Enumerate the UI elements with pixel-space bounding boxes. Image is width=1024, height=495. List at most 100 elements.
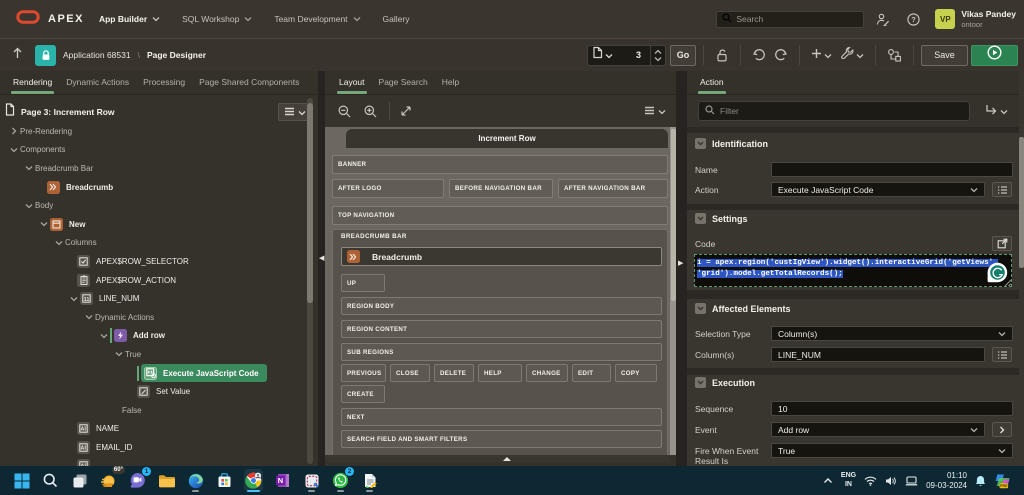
code-editor[interactable]: i = apex.region('custIgView').widget().i… [694, 254, 1012, 287]
chevron-down-icon[interactable] [112, 351, 125, 357]
code-open-dialog-button[interactable] [992, 236, 1012, 251]
chevron-down-icon[interactable] [52, 240, 65, 246]
tree-node-apex$row_selector[interactable]: APEX$ROW_SELECTOR [0, 252, 306, 271]
chevron-down-icon[interactable] [7, 147, 20, 153]
taskbar-taskview-icon[interactable] [70, 469, 89, 492]
chevron-down-icon[interactable] [82, 314, 95, 320]
left-splitter[interactable]: ◀ [318, 71, 325, 466]
up-arrow-icon[interactable] [12, 46, 23, 64]
canvas-scrollbar-thumb[interactable] [671, 129, 676, 301]
tab-processing[interactable]: Processing [143, 77, 185, 94]
slot-close[interactable]: CLOSE [390, 364, 430, 382]
taskbar-edge-icon[interactable] [186, 469, 205, 492]
tab-layout[interactable]: Layout [339, 77, 365, 94]
section-header-identification[interactable]: Identification [695, 138, 768, 149]
slot-previous[interactable]: PREVIOUS [341, 364, 386, 382]
chevron-down-icon[interactable] [67, 296, 80, 302]
slot-copy[interactable]: COPY [615, 364, 657, 382]
collapse-left-icon[interactable]: ◀ [319, 254, 324, 262]
tree-node-components[interactable]: Components [0, 141, 306, 160]
tab-rendering[interactable]: Rendering [13, 77, 52, 94]
left-scrollbar-thumb[interactable] [307, 103, 313, 303]
tree-node-new[interactable]: New [0, 215, 306, 234]
tree-node-body[interactable]: Body [0, 196, 306, 215]
event-select[interactable]: Add row [771, 422, 985, 437]
nav-item-app-builder[interactable]: App Builder [99, 14, 160, 24]
collapse-section-icon[interactable] [695, 138, 706, 149]
collapse-section-icon[interactable] [695, 303, 706, 314]
right-splitter[interactable]: ▶ [676, 71, 687, 466]
create-menu-button[interactable] [807, 46, 836, 64]
pen-icon[interactable] [905, 476, 918, 486]
section-header-affected-elements[interactable]: Affected Elements [695, 303, 791, 314]
help-icon[interactable]: ? [907, 13, 920, 26]
page-number-input[interactable]: 3 [636, 50, 646, 60]
application-lock-icon[interactable] [35, 45, 56, 66]
slot-up[interactable]: UP [341, 274, 385, 292]
taskbar-chat-icon[interactable]: 1 [128, 469, 147, 492]
selection_type-select[interactable]: Column(s) [771, 326, 1013, 341]
slot-region-body[interactable]: REGION BODY [341, 297, 662, 315]
notification-bell-icon[interactable] [975, 475, 986, 487]
collapse-section-icon[interactable] [695, 377, 706, 388]
collapse-right-icon[interactable]: ▶ [678, 259, 683, 267]
tray-chevron-up-icon[interactable] [823, 477, 833, 484]
tree-node-apex$row_action[interactable]: APEX$ROW_ACTION [0, 271, 306, 290]
event-aux-button[interactable] [992, 422, 1012, 437]
tree-node-breadcrumb[interactable]: Breadcrumb [0, 178, 306, 197]
tree-node-name[interactable]: ANAME [0, 420, 306, 439]
tree-node-line_num[interactable]: 11LINE_NUM [0, 289, 306, 308]
tab-action[interactable]: Action [700, 77, 724, 94]
tree-node-false[interactable]: False [0, 401, 306, 420]
section-header-execution[interactable]: Execution [695, 377, 755, 388]
canvas-page-title[interactable]: Increment Row [346, 129, 668, 148]
unlock-icon[interactable] [711, 49, 733, 62]
copilot-icon[interactable]: PRE [994, 473, 1011, 489]
stepper-down-icon[interactable] [654, 56, 662, 62]
slot-change[interactable]: CHANGE [526, 364, 568, 382]
redo-icon[interactable] [770, 49, 792, 62]
layout-menu-button[interactable] [644, 102, 666, 120]
slot-delete[interactable]: DELETE [434, 364, 474, 382]
tree-node-columns[interactable]: Columns [0, 234, 306, 253]
page-selector-left[interactable]: 3 [588, 46, 650, 65]
chevron-right-icon[interactable] [7, 127, 20, 135]
tree-node-execute-javascript-code[interactable]: Execute JavaScript Code [0, 364, 306, 383]
action-aux-button[interactable] [992, 182, 1012, 197]
columns-input[interactable]: LINE_NUM [771, 347, 985, 362]
collapse-section-icon[interactable] [695, 213, 706, 224]
taskbar-snip-icon[interactable] [302, 469, 321, 492]
save-button[interactable]: Save [921, 45, 968, 66]
utilities-menu-button[interactable] [836, 46, 868, 64]
volume-icon[interactable] [885, 476, 897, 486]
header-search[interactable] [716, 11, 864, 28]
tree-node-true[interactable]: True [0, 345, 306, 364]
right-scrollbar-thumb[interactable] [1019, 137, 1024, 268]
page-selector[interactable]: 3 [587, 45, 666, 66]
go-to-group-button[interactable] [985, 102, 1008, 120]
zoom-out-icon[interactable] [338, 105, 351, 118]
taskbar-store-icon[interactable] [215, 469, 234, 492]
undo-icon[interactable] [748, 49, 770, 62]
columns-aux-button[interactable] [992, 347, 1012, 362]
nav-item-team-development[interactable]: Team Development [274, 14, 360, 24]
chevron-down-icon[interactable] [97, 333, 110, 339]
taskbar-chrome-icon[interactable] [244, 469, 263, 492]
name-input[interactable] [771, 162, 1013, 177]
expand-icon[interactable] [400, 105, 412, 117]
tree-node-breadcrumb-bar[interactable]: Breadcrumb Bar [0, 159, 306, 178]
clock[interactable]: 01:10 09-03-2024 [926, 471, 967, 491]
fire_when-select[interactable]: True [771, 443, 1013, 458]
stepper-up-icon[interactable] [654, 49, 662, 55]
chevron-down-icon[interactable] [37, 221, 50, 227]
slot-search-field[interactable]: SEARCH FIELD AND SMART FILTERS [341, 430, 662, 448]
action-select[interactable]: Execute JavaScript Code [771, 182, 985, 197]
tree-node-add-row[interactable]: Add row [0, 327, 306, 346]
search-input[interactable] [736, 14, 846, 24]
go-button[interactable]: Go [670, 45, 696, 66]
taskbar-whatsapp-icon[interactable]: 2 [331, 469, 350, 492]
slot-sub-regions[interactable]: SUB REGIONS [341, 343, 662, 361]
expand-messages-icon[interactable] [503, 457, 511, 461]
taskbar-search-icon[interactable] [41, 469, 60, 492]
right-scrollbar-track[interactable] [1019, 71, 1024, 466]
